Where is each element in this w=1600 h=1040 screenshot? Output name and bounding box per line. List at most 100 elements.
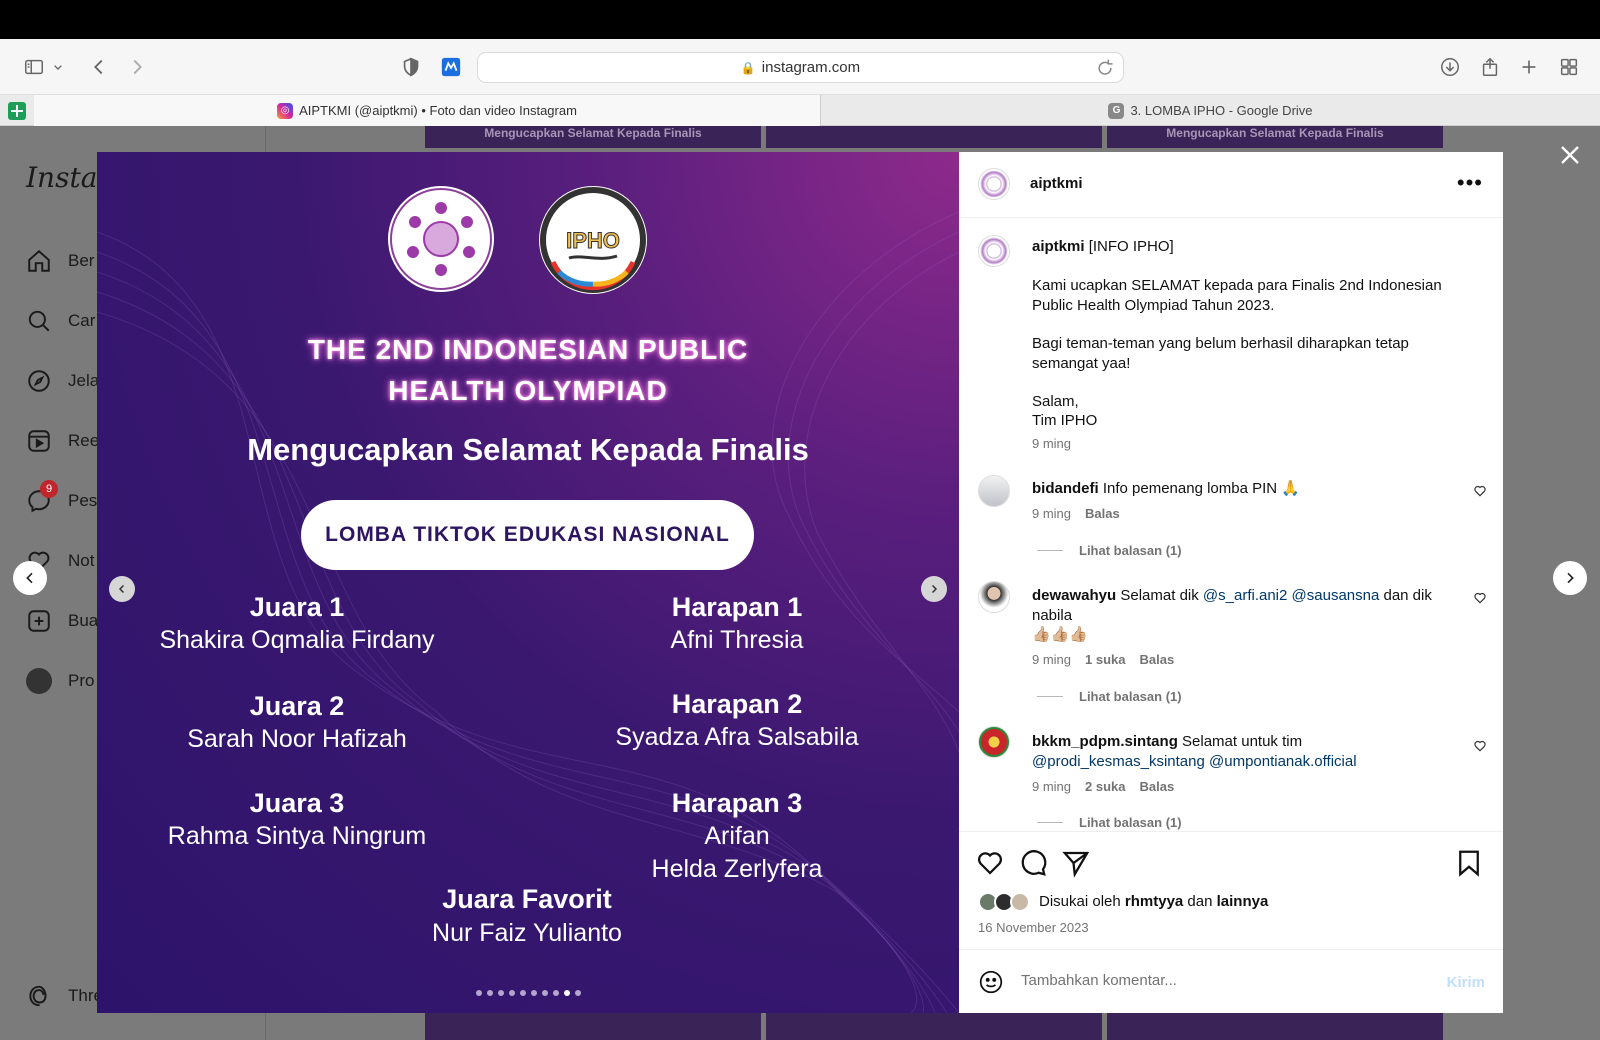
liked-by-others[interactable]: lainnya <box>1217 893 1269 910</box>
mention-link[interactable]: @prodi_kesmas_ksintang <box>1032 753 1205 770</box>
view-replies-button[interactable]: Lihat balasan (1) <box>1037 689 1182 704</box>
post-title-line1: THE 2ND INDONESIAN PUBLIC <box>307 334 749 365</box>
liked-by-user[interactable]: rhmtyya <box>1125 893 1183 910</box>
previous-post-button[interactable] <box>13 561 47 595</box>
bookmark-icon[interactable] <box>1454 848 1484 878</box>
address-bar[interactable]: 🔒 instagram.com <box>477 52 1124 83</box>
sidebar-item-label: Ber <box>68 251 95 270</box>
comment-like-icon[interactable] <box>1473 739 1487 753</box>
chevron-left-icon <box>118 584 125 594</box>
comment-bubble-icon[interactable] <box>1018 848 1048 878</box>
home-icon <box>28 249 50 272</box>
comment-input[interactable] <box>1021 972 1421 989</box>
send-comment-button[interactable]: Kirim <box>1447 974 1485 991</box>
carousel-prev-button[interactable] <box>109 576 135 602</box>
post-title-line2: HEALTH OLYMPIAD <box>388 375 668 406</box>
comment-body: Info pemenang lomba PIN 🙏 <box>1102 480 1300 497</box>
harapan2-name: Syadza Afra Salsabila <box>615 723 859 751</box>
compass-icon <box>28 370 50 392</box>
more-options-icon[interactable]: ••• <box>1457 170 1483 196</box>
download-icon[interactable] <box>1436 53 1464 81</box>
grid-tile[interactable]: Mengucapkan Selamat Kepada Finalis <box>425 126 761 148</box>
carousel-dot <box>508 990 515 996</box>
likes-count[interactable]: 2 suka <box>1085 779 1125 794</box>
caption-username[interactable]: aiptkmi <box>1032 238 1085 255</box>
comment-username[interactable]: bkkm_pdpm.sintang <box>1032 733 1178 750</box>
back-icon[interactable] <box>85 53 113 81</box>
carousel-dot <box>574 990 581 996</box>
forward-icon[interactable] <box>123 53 151 81</box>
mention-link[interactable]: @sausansna <box>1292 587 1380 604</box>
harapan1-label: Harapan 1 <box>671 592 803 622</box>
emoji-icon[interactable] <box>978 969 1004 995</box>
author-avatar[interactable] <box>978 168 1010 200</box>
extension-icon[interactable] <box>437 53 465 81</box>
mention-link[interactable]: @umpontianak.official <box>1209 753 1357 770</box>
close-icon <box>1561 146 1579 164</box>
carousel-dot <box>475 990 482 996</box>
mention-link[interactable]: @s_arfi.ani2 <box>1203 587 1287 604</box>
caption-paragraph-3a: Salam, <box>1032 393 1079 410</box>
spreadsheet-icon[interactable] <box>8 102 26 120</box>
sidebar-toggle-icon[interactable] <box>20 53 48 81</box>
grid-tile[interactable] <box>766 126 1102 148</box>
commenter-avatar[interactable] <box>978 475 1010 507</box>
comment-username[interactable]: bidandefi <box>1032 480 1099 497</box>
sidebar-item-search[interactable]: Car <box>26 306 95 336</box>
grid-caption: Mengucapkan Selamat Kepada Finalis <box>484 126 702 140</box>
comments-scroll-area[interactable]: aiptkmi [INFO IPHO] Kami ucapkan SELAMAT… <box>959 218 1503 831</box>
sidebar-item-explore[interactable]: Jela <box>26 366 99 396</box>
sidebar-item-messages[interactable]: 9 Pes <box>26 480 97 516</box>
close-modal-button[interactable] <box>1555 140 1585 170</box>
sidebar-item-create[interactable]: Bua <box>26 606 98 636</box>
new-tab-icon[interactable] <box>1515 53 1543 81</box>
caption-paragraph-1: Kami ucapkan SELAMAT kepada para Finalis… <box>1032 277 1442 314</box>
sidebar-item-profile[interactable]: Pro <box>26 666 94 696</box>
view-replies-button[interactable]: Lihat balasan (1) <box>1037 815 1182 830</box>
commenter-avatar[interactable] <box>978 581 1010 613</box>
comment-like-icon[interactable] <box>1473 591 1487 605</box>
screen: 🔒 instagram.com ◎ AIPTKMI (@aiptkmi) • F… <box>0 0 1600 1040</box>
reels-icon <box>28 430 50 452</box>
carousel-next-button[interactable] <box>921 576 947 602</box>
grid-tile[interactable] <box>766 1013 1102 1040</box>
search-icon <box>28 310 50 332</box>
reload-icon[interactable] <box>1095 58 1115 78</box>
favorit-name: Nur Faiz Yulianto <box>432 919 622 947</box>
ipho-logo: IPHO <box>539 186 647 294</box>
sidebar-item-reels[interactable]: Ree <box>26 426 99 456</box>
chevron-right-icon <box>1567 572 1574 584</box>
likes-count[interactable]: 1 suka <box>1085 652 1125 667</box>
tab-instagram[interactable]: ◎ AIPTKMI (@aiptkmi) • Foto dan video In… <box>34 95 820 126</box>
favorit-label: Juara Favorit <box>442 884 612 914</box>
aiptkmi-logo <box>388 186 494 292</box>
commenter-avatar[interactable] <box>978 726 1010 758</box>
comment-like-icon[interactable] <box>1473 484 1487 498</box>
grid-tile[interactable] <box>1107 1013 1443 1040</box>
carousel-dot <box>552 990 559 996</box>
reply-button[interactable]: Balas <box>1140 779 1175 794</box>
author-username[interactable]: aiptkmi <box>1030 175 1083 192</box>
post-image[interactable]: IPHO THE 2ND INDONESIAN PUBLIC HEALTH OL… <box>97 152 959 1013</box>
privacy-shield-icon[interactable] <box>397 53 425 81</box>
grid-tile[interactable]: Mengucapkan Selamat Kepada Finalis <box>1107 126 1443 148</box>
view-replies-button[interactable]: Lihat balasan (1) <box>1037 543 1182 558</box>
post-header: aiptkmi ••• <box>959 152 1503 218</box>
next-post-button[interactable] <box>1553 561 1587 595</box>
sidebar-item-home[interactable]: Ber <box>26 246 94 276</box>
like-heart-icon[interactable] <box>975 848 1005 878</box>
sidebar-item-label: Pro <box>68 671 95 690</box>
reply-button[interactable]: Balas <box>1140 652 1175 667</box>
caption-avatar[interactable] <box>978 235 1010 267</box>
share-send-icon[interactable] <box>1061 848 1091 878</box>
share-icon[interactable] <box>1476 53 1504 81</box>
caption-paragraph-2: Bagi teman-teman yang belum berhasil dih… <box>1032 335 1409 372</box>
chevron-down-icon[interactable] <box>50 53 66 81</box>
grid-tile[interactable] <box>425 1013 761 1040</box>
reply-button[interactable]: Balas <box>1085 506 1120 521</box>
post-date: 16 November 2023 <box>978 920 1089 935</box>
tab-overview-icon[interactable] <box>1555 53 1583 81</box>
juara1-label: Juara 1 <box>249 592 345 622</box>
tab-google-drive[interactable]: G 3. LOMBA IPHO - Google Drive <box>820 95 1600 126</box>
comment-username[interactable]: dewawahyu <box>1032 587 1116 604</box>
